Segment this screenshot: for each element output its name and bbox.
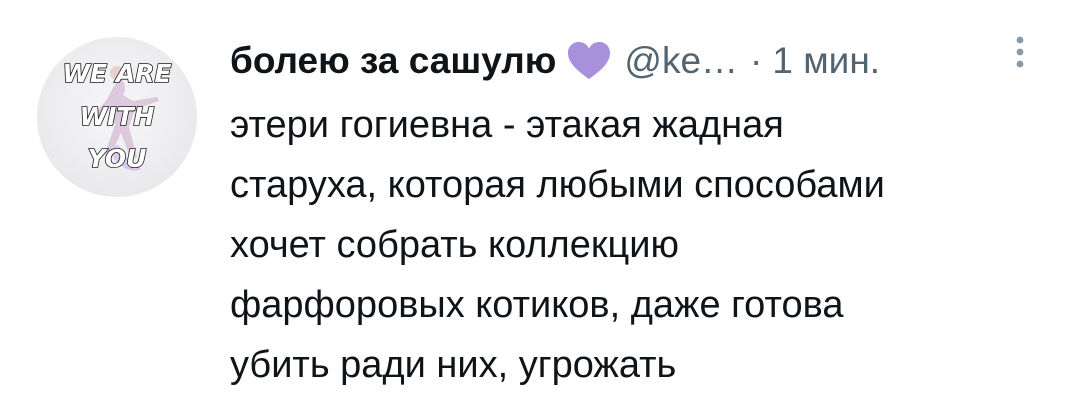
tweet-text-line: фарфоровых котиков, даже готова (230, 284, 844, 326)
header-separator: · (750, 40, 763, 81)
avatar-text-line-2: WITH (80, 102, 155, 131)
tweet-text: этери гогиевна - этакая жадная старуха, … (230, 95, 1050, 395)
tweet-card[interactable]: WE ARE WITH YOU болею за сашулю @ke… · 1… (0, 0, 1080, 416)
avatar-image: WE ARE WITH YOU (62, 58, 173, 174)
timestamp[interactable]: 1 мин. (772, 40, 880, 82)
purple-heart-icon (566, 40, 612, 82)
vertical-dots-icon[interactable] (1008, 34, 1032, 74)
tweet-text-line: хочет собрать коллекцию (230, 224, 679, 266)
display-name[interactable]: болею за сашулю (230, 40, 556, 82)
avatar-text-line-3: YOU (88, 144, 147, 173)
avatar-text-line-1: WE ARE (62, 59, 171, 88)
tweet-text-line: этери гогиевна - этакая жадная (230, 104, 784, 146)
tweet-text-line: старуха, которая любыми способами (230, 164, 885, 206)
user-handle[interactable]: @ke… (624, 40, 738, 82)
tweet-header: болею за сашулю @ke… · 1 мин. (230, 35, 880, 87)
avatar[interactable]: WE ARE WITH YOU (37, 37, 197, 197)
tweet-text-line: убить ради них, угрожать (230, 344, 677, 386)
